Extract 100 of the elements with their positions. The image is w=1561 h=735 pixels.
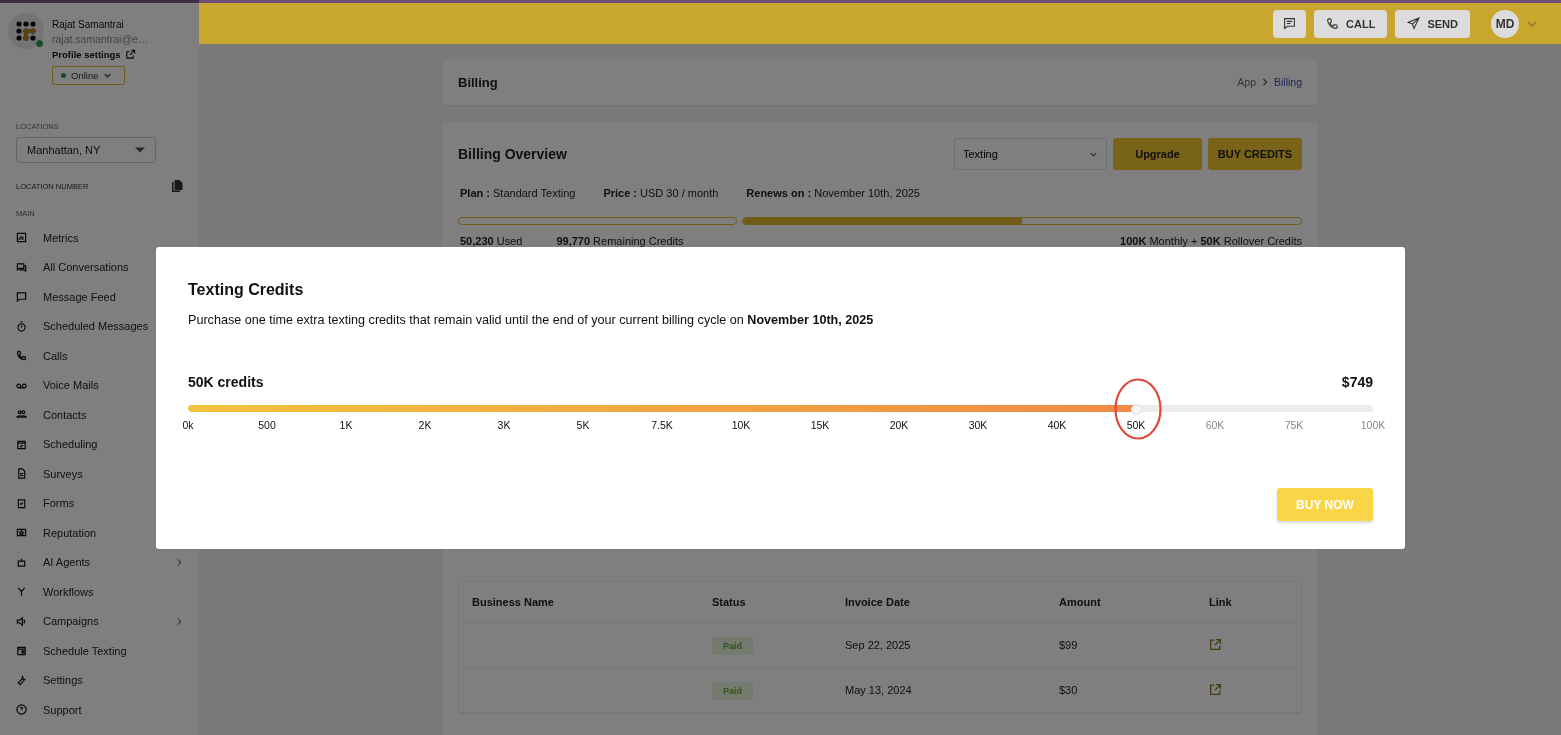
product-select[interactable]: Texting (954, 138, 1107, 170)
nav-icon (16, 497, 27, 509)
external-link-icon[interactable] (1209, 637, 1222, 651)
card-title: Billing Overview (458, 146, 567, 162)
breadcrumb-link[interactable]: App (1237, 76, 1256, 88)
page-title: Billing (458, 74, 498, 90)
external-link-icon[interactable] (1209, 682, 1222, 696)
chevron-down-icon (103, 71, 113, 80)
nav-icon (16, 704, 27, 716)
tick-label: 2K (418, 419, 432, 431)
nav-item[interactable]: Contacts (16, 400, 183, 430)
table-cell-text: May 13, 2024 (845, 684, 913, 696)
caret-icon (135, 147, 145, 153)
send-icon (1407, 17, 1421, 30)
dialog-description: Purchase one time extra texting credits that remain valid until the end of your current billing cycle on November 10th, 2025 (188, 313, 875, 327)
nav-icon (16, 409, 27, 421)
nav-item[interactable]: Metrics (16, 223, 183, 253)
table-cell-text: $30 (1059, 684, 1079, 696)
nav-item[interactable]: Settings (16, 665, 183, 695)
nav-item[interactable]: Campaigns (16, 606, 183, 636)
table-cell-text: Sep 22, 2025 (845, 639, 912, 651)
column-header: Invoice Date (845, 596, 911, 608)
tick-label: 15K (810, 419, 830, 431)
nav-item[interactable]: Calls (16, 341, 183, 371)
chevron-right-icon (1262, 78, 1268, 86)
usage-stat: 100K Monthly + 50K Rollover Credits (1120, 235, 1302, 247)
chat-icon (1283, 17, 1297, 30)
nav-item[interactable]: Scheduled Messages (16, 311, 183, 341)
nav-icon (16, 261, 27, 273)
nav-icon (16, 468, 27, 480)
nav-icon (16, 291, 27, 303)
nav-icon (16, 645, 27, 657)
user-email: rajat.samantrai@e… (52, 33, 149, 45)
tick-label: 5K (576, 419, 590, 431)
dialog-title: Texting Credits (188, 281, 305, 299)
slider-thumb[interactable] (1131, 404, 1142, 415)
nav-icon (16, 615, 27, 627)
nav-item[interactable]: Voice Mails (16, 370, 183, 400)
user-avatar[interactable]: MD (1491, 9, 1519, 38)
plan-detail: Price : USD 30 / month (603, 187, 719, 199)
tick-label: 30K (968, 419, 988, 431)
price: $749 (1341, 374, 1373, 390)
usage-stat: 99,770 Remaining Credits (556, 235, 684, 247)
send-button[interactable]: SEND (1395, 9, 1470, 38)
column-header: Status (712, 596, 747, 608)
tick-label: 75K (1284, 419, 1304, 431)
nav-item[interactable]: Workflows (16, 577, 183, 607)
credits-slider[interactable] (188, 405, 1373, 412)
chat-button[interactable] (1273, 9, 1307, 38)
buy-credits-button[interactable]: BUY CREDITS (1208, 138, 1302, 170)
nav-icon (16, 674, 27, 686)
plan-detail: Renews on : November 10th, 2025 (746, 187, 920, 199)
location-select[interactable]: Manhattan, NY (16, 137, 156, 163)
nav-icon (16, 527, 27, 539)
nav-icon (16, 586, 27, 598)
nav-item[interactable]: Message Feed (16, 282, 183, 312)
tick-label: 7.5K (651, 419, 673, 431)
nav-item[interactable]: AI Agents (16, 547, 183, 577)
user-name: Rajat Samantrai (52, 19, 124, 30)
tick-label: 500 (258, 419, 276, 431)
tick-label: 20K (889, 419, 909, 431)
column-header: Amount (1059, 596, 1102, 608)
tick-label: 40K (1047, 419, 1067, 431)
column-header: Link (1209, 596, 1233, 608)
highlight-circle (1113, 377, 1163, 441)
logo-icon (15, 20, 37, 42)
status-badge: Paid (712, 637, 753, 655)
nav-item[interactable]: Scheduling (16, 429, 183, 459)
nav-item[interactable]: Surveys (16, 459, 183, 489)
nav-item[interactable]: All Conversations (16, 252, 183, 282)
nav-icon (16, 438, 27, 450)
nav-icon (16, 556, 27, 568)
upgrade-button[interactable]: Upgrade (1113, 138, 1202, 170)
tick-label: 0k (182, 419, 194, 431)
tick-label: 60K (1205, 419, 1225, 431)
credits-amount: 50K credits (188, 374, 264, 390)
tick-label: 3K (497, 419, 511, 431)
usage-stat: 50,230 Used (460, 235, 523, 247)
status-dropdown[interactable]: Online (52, 66, 125, 85)
tick-label: 50K (1126, 419, 1146, 431)
nav-icon (16, 320, 27, 332)
table-cell-text: $99 (1059, 639, 1079, 651)
nav-item[interactable]: Schedule Texting (16, 636, 183, 666)
profile-settings-link[interactable]: Profile settings (52, 49, 136, 60)
nav-icon (16, 232, 27, 244)
tick-label: 100K (1360, 419, 1386, 431)
chevron-down-icon[interactable] (1527, 19, 1537, 28)
plan-detail: Plan : Standard Texting (460, 187, 576, 199)
column-header: Business Name (472, 596, 555, 608)
call-button[interactable]: CALL (1314, 9, 1388, 38)
tick-label: 1K (339, 419, 353, 431)
copy-icon[interactable] (171, 179, 183, 193)
nav-item[interactable]: Reputation (16, 518, 183, 548)
breadcrumb-link[interactable]: Billing (1274, 76, 1302, 88)
external-link-icon (124, 49, 136, 60)
status-badge: Paid (712, 682, 753, 700)
nav-item[interactable]: Support (16, 695, 183, 725)
nav-item[interactable]: Forms (16, 488, 183, 518)
tick-label: 10K (731, 419, 751, 431)
nav-icon (16, 350, 27, 362)
